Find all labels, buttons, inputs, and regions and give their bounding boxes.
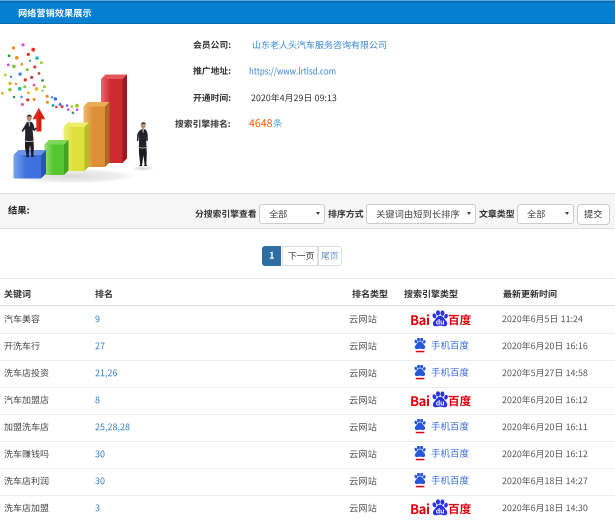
svg-text:du: du [435, 509, 444, 516]
svg-text:du: du [435, 320, 444, 327]
svg-text:du: du [435, 401, 444, 408]
